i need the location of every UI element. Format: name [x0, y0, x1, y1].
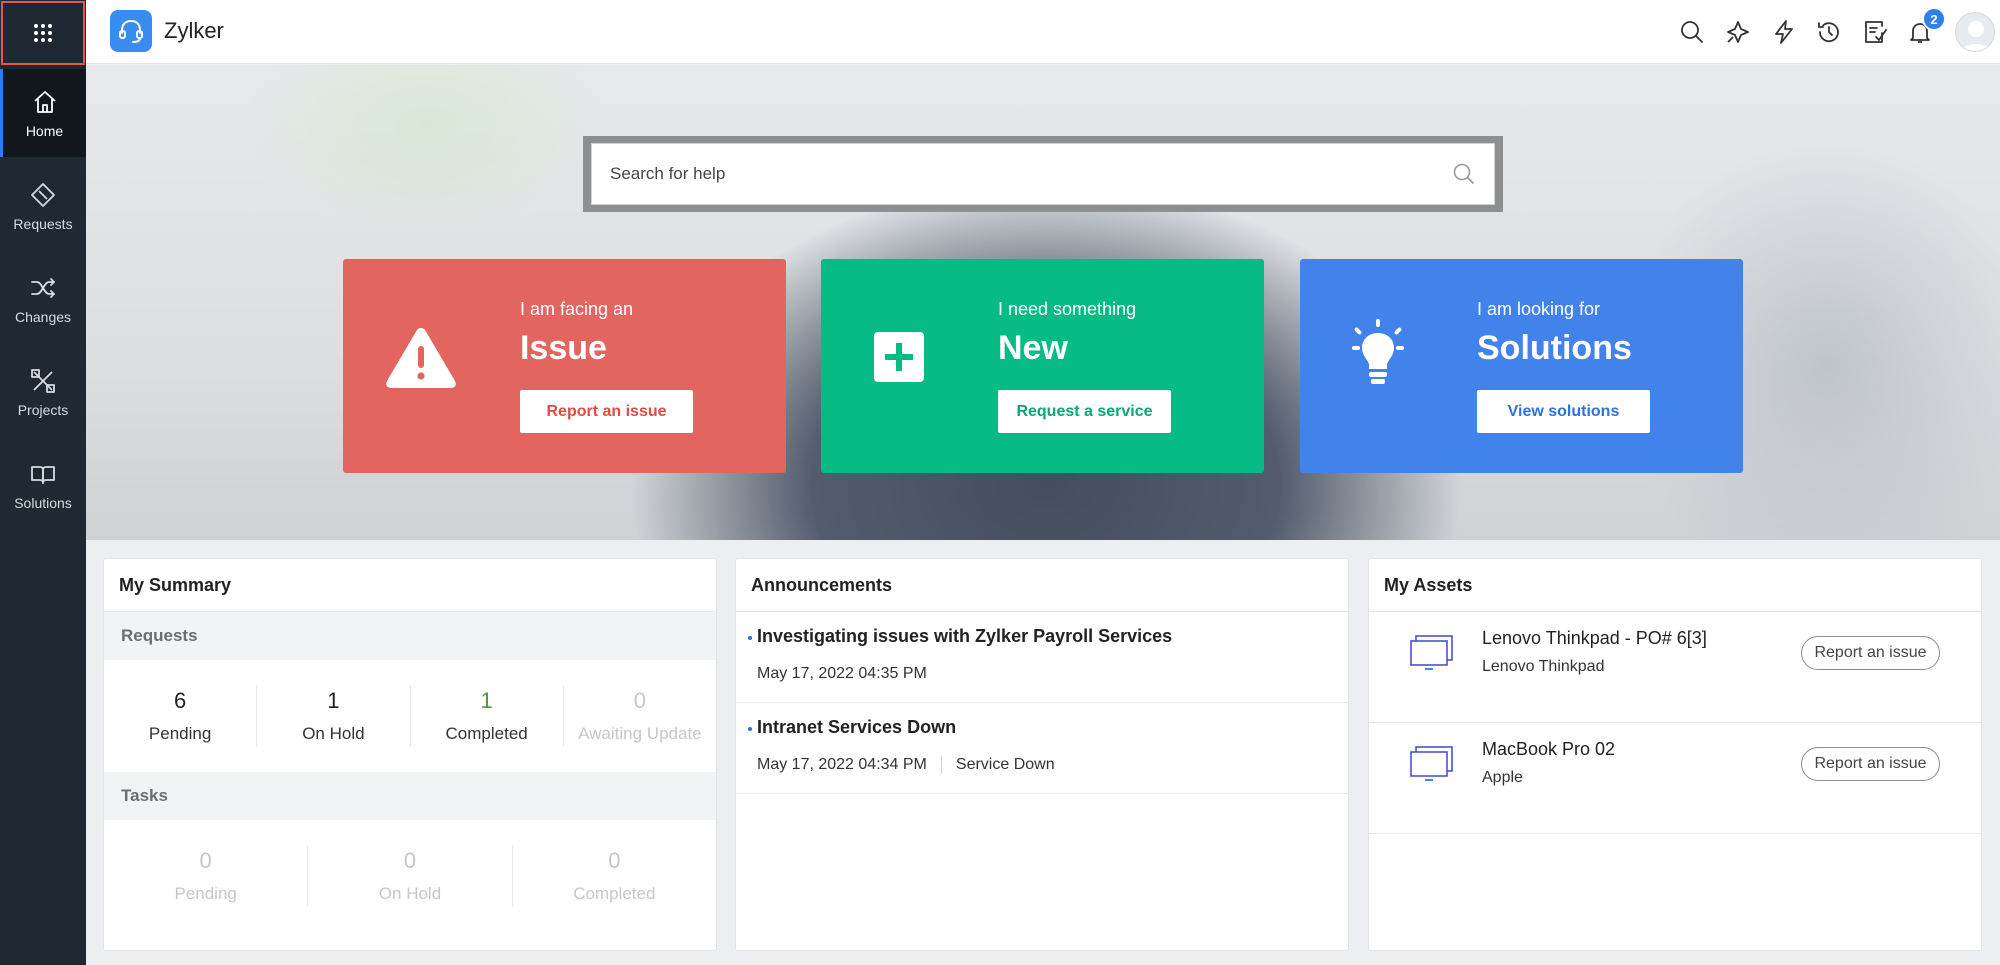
plus-icon — [859, 317, 939, 397]
asset-make: Apple — [1482, 769, 1523, 786]
nav-item-label: Requests — [13, 215, 73, 232]
asset-name[interactable]: MacBook Pro 02 — [1482, 739, 1615, 760]
nav-item-home[interactable]: Home — [0, 69, 86, 157]
divider — [940, 756, 942, 774]
view-solutions-button[interactable]: View solutions — [1477, 390, 1650, 433]
asset-report-issue-button[interactable]: Report an issue — [1801, 636, 1940, 670]
announcement-meta: May 17, 2022 04:34 PM Service Down — [757, 756, 1348, 774]
app-launcher-button[interactable] — [1, 1, 85, 65]
search-box — [591, 143, 1495, 205]
announcement-title[interactable]: Intranet Services Down — [757, 717, 1348, 738]
card-kicker: I am looking for — [1477, 299, 1601, 319]
stat-requests-pending[interactable]: 6 Pending — [104, 685, 258, 747]
avatar[interactable] — [1955, 12, 1995, 52]
help-search-input[interactable] — [610, 164, 1452, 184]
new-request-card: I need something New Request a service — [821, 259, 1264, 473]
stat-requests-awaiting-update: 0 Awaiting Update — [578, 688, 702, 743]
bulb-icon — [1338, 317, 1418, 397]
card-kicker: I need something — [998, 299, 1137, 319]
stat-tasks-pending: 0 Pending — [104, 845, 309, 907]
requests-subheading: Requests — [104, 612, 716, 660]
search-icon[interactable] — [1452, 162, 1476, 186]
card-headline: New — [998, 329, 1068, 367]
projects-icon — [31, 368, 55, 393]
solutions-card: I am looking for Solutions View solution… — [1300, 259, 1743, 473]
announcement-title[interactable]: Investigating issues with Zylker Payroll… — [757, 626, 1348, 647]
headset-logo-icon — [110, 10, 152, 52]
nav-item-label: Home — [25, 122, 64, 139]
grid-icon — [34, 24, 52, 42]
history-icon[interactable] — [1813, 16, 1845, 48]
panel-title: Announcements — [736, 559, 1348, 612]
home-icon — [33, 90, 56, 113]
announcement-tag: Service Down — [955, 756, 1055, 773]
app-name: Zylker — [164, 18, 224, 43]
nav-item-projects[interactable]: Projects — [0, 348, 86, 436]
card-headline: Solutions — [1477, 329, 1632, 367]
desktop-icon — [1410, 746, 1453, 781]
tasks-subheading: Tasks — [104, 772, 716, 820]
nav-item-label: Changes — [14, 308, 72, 325]
panel-title: My Assets — [1369, 559, 1981, 612]
nav-item-label: Projects — [17, 401, 69, 418]
requests-stats: 6 Pending 1 On Hold 1 Completed 0 Awaiti… — [104, 660, 716, 772]
magic-icon[interactable] — [1722, 16, 1754, 48]
asset-name[interactable]: Lenovo Thinkpad - PO# 6[3] — [1482, 628, 1707, 649]
nav-item-solutions[interactable]: Solutions — [0, 441, 86, 529]
my-summary-panel: My Summary Requests 6 Pending 1 On Hold … — [103, 558, 717, 951]
nav-item-requests[interactable]: Requests — [0, 162, 86, 250]
lightning-icon[interactable] — [1768, 16, 1800, 48]
issue-card: I am facing an Issue Report an issue — [343, 259, 786, 473]
my-assets-panel: My Assets Lenovo Thinkpad - PO# 6[3] Len… — [1368, 558, 1982, 951]
search-icon[interactable] — [1676, 16, 1708, 48]
desktop-icon — [1410, 635, 1453, 670]
card-headline: Issue — [520, 329, 607, 367]
warning-icon — [381, 317, 461, 397]
nav-item-label: Solutions — [14, 494, 72, 511]
checklist-icon[interactable] — [1859, 16, 1891, 48]
card-kicker: I am facing an — [520, 299, 634, 319]
announcement-date: May 17, 2022 04:34 PM — [757, 756, 927, 773]
panel-title: My Summary — [104, 559, 716, 612]
stat-requests-on-hold[interactable]: 1 On Hold — [257, 685, 411, 747]
bullet-icon — [748, 727, 752, 731]
announcement-date: May 17, 2022 04:35 PM — [757, 665, 927, 682]
asset-make: Lenovo Thinkpad — [1482, 658, 1605, 675]
ticket-icon — [31, 182, 55, 207]
request-service-button[interactable]: Request a service — [998, 390, 1171, 433]
report-issue-button[interactable]: Report an issue — [520, 390, 693, 433]
stat-tasks-completed: 0 Completed — [573, 848, 656, 903]
bullet-icon — [748, 636, 752, 640]
announcement-item[interactable]: Investigating issues with Zylker Payroll… — [736, 612, 1348, 703]
asset-item: MacBook Pro 02 Apple Report an issue — [1369, 723, 1981, 834]
asset-item: Lenovo Thinkpad - PO# 6[3] Lenovo Thinkp… — [1369, 612, 1981, 723]
hero-banner: I am facing an Issue Report an issue I n… — [86, 65, 2000, 540]
top-bar: Zylker — [86, 0, 2000, 64]
brand[interactable]: Zylker — [110, 10, 224, 52]
asset-report-issue-button[interactable]: Report an issue — [1801, 747, 1940, 781]
stat-requests-completed[interactable]: 1 Completed — [411, 685, 564, 747]
stat-tasks-on-hold: 0 On Hold — [308, 845, 513, 907]
nav-item-changes[interactable]: Changes — [0, 255, 86, 343]
tasks-stats: 0 Pending 0 On Hold 0 Completed — [104, 820, 716, 932]
book-icon — [31, 465, 55, 484]
announcement-meta: May 17, 2022 04:35 PM — [757, 665, 1348, 683]
shuffle-icon — [31, 277, 55, 298]
announcement-item[interactable]: Intranet Services Down May 17, 2022 04:3… — [736, 703, 1348, 794]
notification-badge: 2 — [1922, 7, 1946, 31]
announcements-panel: Announcements Investigating issues with … — [735, 558, 1349, 951]
left-nav: Home Requests Changes Projects Solutions — [0, 0, 86, 965]
search-container — [583, 136, 1503, 212]
